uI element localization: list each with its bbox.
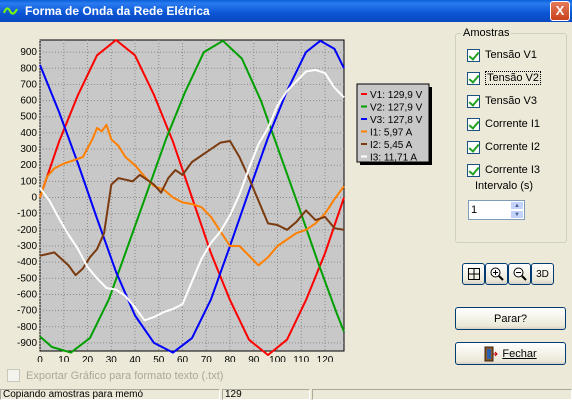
export-text-option[interactable]: Exportar Gráfico para formato texto (.tx…: [7, 369, 223, 382]
y-tick-label: -100: [17, 209, 37, 220]
y-tick-label: -400: [17, 257, 37, 268]
checkbox-v2-box[interactable]: [467, 71, 480, 85]
checkbox-v1-box[interactable]: [467, 48, 480, 62]
x-tick-label: 70: [201, 355, 213, 362]
y-tick-label: -300: [17, 241, 37, 252]
samples-group-title: Amostras: [461, 27, 512, 39]
checkbox-v3-label[interactable]: Tensão V3: [485, 95, 537, 107]
stop-button[interactable]: Parar?: [455, 307, 566, 330]
zoom-in-icon: [490, 267, 504, 281]
y-tick-label: -200: [17, 225, 37, 236]
y-tick-label: 900: [20, 47, 37, 58]
waveform-chart: 900 800 700 600 500 400 300 200 100 0 -100 -200 -300…: [0, 24, 448, 366]
x-tick-label: 20: [82, 355, 94, 362]
y-tick-label: -500: [17, 273, 37, 284]
zoom-in-button[interactable]: [485, 263, 508, 285]
y-tick-label: 700: [20, 79, 37, 90]
zoom-out-icon: [513, 267, 527, 281]
window-title: Forma de Onda da Rede Elétrica: [25, 4, 210, 18]
x-tick-label: 100: [269, 355, 286, 362]
checkbox-tensao-v3[interactable]: Tensão V3: [467, 93, 537, 109]
zoom-out-button[interactable]: [508, 263, 531, 285]
checkbox-i1-box[interactable]: [467, 117, 480, 131]
checkbox-i3-box[interactable]: [467, 163, 480, 177]
y-tick-label: 800: [20, 63, 37, 74]
checkbox-v1-label[interactable]: Tensão V1: [485, 49, 537, 61]
spin-down-icon[interactable]: ▼: [510, 210, 524, 219]
checkbox-i2-label[interactable]: Corrente I2: [485, 141, 540, 153]
interval-spinner[interactable]: 1 ▲ ▼: [468, 200, 525, 220]
x-tick-label: 0: [37, 355, 43, 362]
checkbox-v3-box[interactable]: [467, 94, 480, 108]
y-tick-label: 0: [31, 193, 37, 204]
y-tick-label: 200: [20, 160, 37, 171]
legend-entry: V3: 127,8 V: [370, 115, 423, 126]
y-tick-label: 100: [20, 176, 37, 187]
export-label[interactable]: Exportar Gráfico para formato texto (.tx…: [26, 370, 223, 382]
y-tick-label: 500: [20, 112, 37, 123]
door-exit-icon: [484, 346, 499, 361]
samples-group: Amostras Tensão V1 Tensão V2 Tensão V3 C…: [455, 27, 567, 243]
chart-svg: 9008007006005004003002001000-100-200-300…: [17, 39, 432, 366]
status-panel-empty: [312, 389, 572, 400]
grid-icon: [467, 268, 480, 280]
status-bar: Copiando amostras para memó 129: [0, 389, 572, 400]
x-tick-label: 90: [248, 355, 260, 362]
y-tick-label: 300: [20, 144, 37, 155]
export-checkbox[interactable]: [7, 369, 20, 382]
x-tick-label: 40: [129, 355, 141, 362]
y-tick-label: -600: [17, 289, 37, 300]
checkbox-corrente-i3[interactable]: Corrente I3: [467, 162, 540, 178]
checkbox-tensao-v1[interactable]: Tensão V1: [467, 47, 537, 63]
y-tick-label: -900: [17, 338, 37, 349]
legend-entry: V1: 129,9 V: [370, 90, 423, 101]
checkbox-corrente-i1[interactable]: Corrente I1: [467, 116, 540, 132]
title-bar: Forma de Onda da Rede Elétrica X: [0, 0, 572, 22]
checkbox-tensao-v2[interactable]: Tensão V2: [467, 70, 541, 86]
y-tick-label: -800: [17, 322, 37, 333]
y-tick-label: -700: [17, 306, 37, 317]
spin-up-icon[interactable]: ▲: [510, 201, 524, 210]
close-button-label[interactable]: Fechar: [502, 348, 536, 360]
checkbox-i3-label[interactable]: Corrente I3: [485, 164, 540, 176]
close-window-button[interactable]: X: [550, 1, 570, 21]
x-tick-label: 110: [293, 355, 309, 362]
y-tick-label: 600: [20, 96, 37, 107]
x-tick-label: 30: [106, 355, 118, 362]
close-button[interactable]: Fechar: [455, 342, 566, 365]
x-tick-label: 60: [177, 355, 189, 362]
x-tick-label: 10: [58, 355, 70, 362]
x-tick-label: 80: [224, 355, 236, 362]
checkbox-v2-label[interactable]: Tensão V2: [485, 71, 541, 85]
status-panel-count: 129: [222, 389, 310, 400]
legend-entry: I1: 5,97 A: [370, 128, 413, 139]
waveform-app-icon: [3, 3, 19, 19]
checkbox-corrente-i2[interactable]: Corrente I2: [467, 139, 540, 155]
toggle-3d-button[interactable]: 3D: [531, 263, 554, 285]
legend-entry: V2: 127,9 V: [370, 103, 423, 114]
legend-entry: I3: 11,71 A: [370, 153, 417, 164]
checkbox-i1-label[interactable]: Corrente I1: [485, 118, 540, 130]
interval-value[interactable]: 1: [471, 204, 477, 216]
grid-toggle-button[interactable]: [462, 263, 485, 285]
x-tick-label: 50: [153, 355, 165, 362]
checkbox-i2-box[interactable]: [467, 140, 480, 154]
legend-entry: I2: 5,45 A: [370, 140, 413, 151]
x-tick-label: 120: [317, 355, 334, 362]
status-panel-message: Copiando amostras para memó: [0, 389, 220, 400]
interval-label: Intervalo (s): [475, 180, 534, 192]
y-tick-label: 400: [20, 128, 37, 139]
